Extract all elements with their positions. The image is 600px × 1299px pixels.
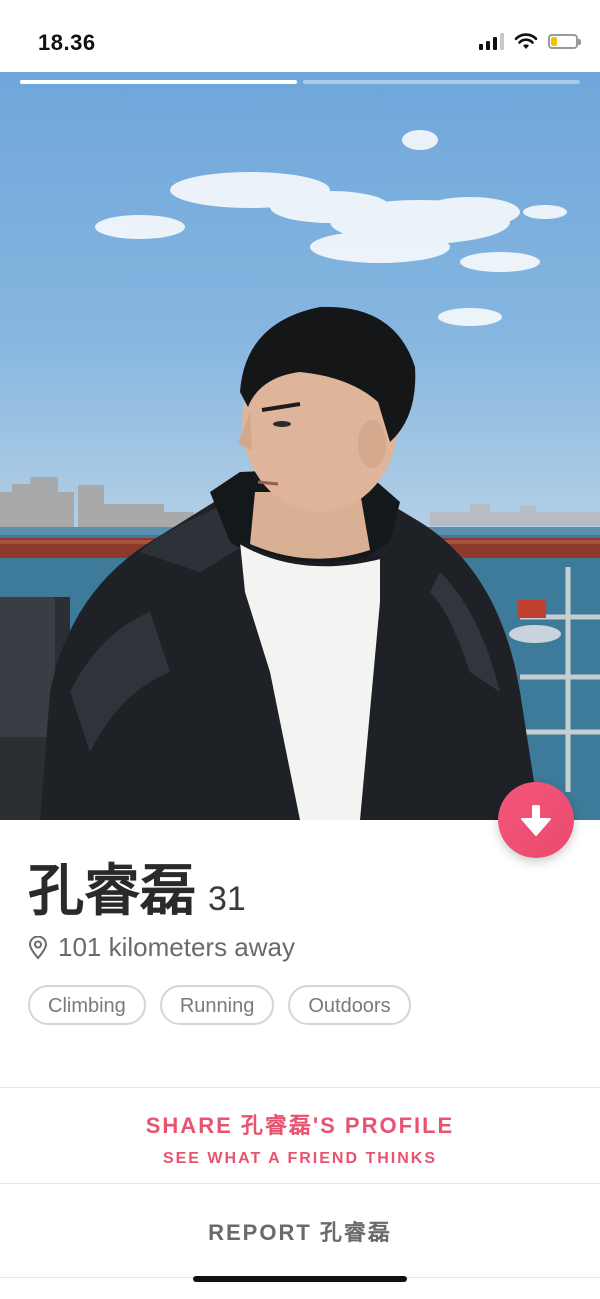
distance-text: 101 kilometers away — [58, 932, 295, 962]
interest-tag: Running — [159, 985, 275, 1025]
profile-photo[interactable] — [0, 72, 600, 820]
battery-icon — [548, 33, 581, 49]
profile-name: 孔睿磊 — [28, 859, 196, 924]
profile-age: 31 — [208, 880, 246, 918]
battery-level — [551, 36, 557, 46]
location-pin-icon — [28, 935, 48, 960]
distance-row: 101 kilometers away — [28, 932, 295, 963]
photo-illustration — [0, 130, 600, 820]
report-button[interactable]: REPORT 孔睿磊 — [0, 1184, 600, 1278]
signal-icon — [479, 32, 504, 50]
share-profile-title: SHARE 孔睿磊'S PROFILE — [145, 1113, 455, 1138]
photo-progress-segment-1 — [20, 80, 297, 84]
share-profile-subtitle: SEE WHAT A FRIEND THINKS — [162, 1150, 438, 1167]
status-time: 18.36 — [38, 30, 96, 55]
status-bar: 18.36 — [0, 0, 600, 72]
collapse-profile-button[interactable] — [498, 782, 574, 858]
wifi-icon — [514, 33, 538, 49]
arrow-down-icon — [521, 805, 551, 836]
interest-tags: Climbing Running Outdoors — [28, 985, 411, 1025]
name-row: 孔睿磊 31 — [28, 846, 246, 927]
share-profile-button[interactable]: SHARE 孔睿磊'S PROFILE SEE WHAT A FRIEND TH… — [0, 1088, 600, 1184]
report-label: REPORT 孔睿磊 — [208, 1220, 392, 1245]
interest-tag: Outdoors — [288, 985, 411, 1025]
photo-progress-segment-2 — [303, 80, 580, 84]
interest-tag: Climbing — [28, 985, 146, 1025]
home-indicator[interactable] — [193, 1276, 407, 1282]
photo-progress — [20, 80, 580, 84]
status-icons — [479, 32, 581, 50]
